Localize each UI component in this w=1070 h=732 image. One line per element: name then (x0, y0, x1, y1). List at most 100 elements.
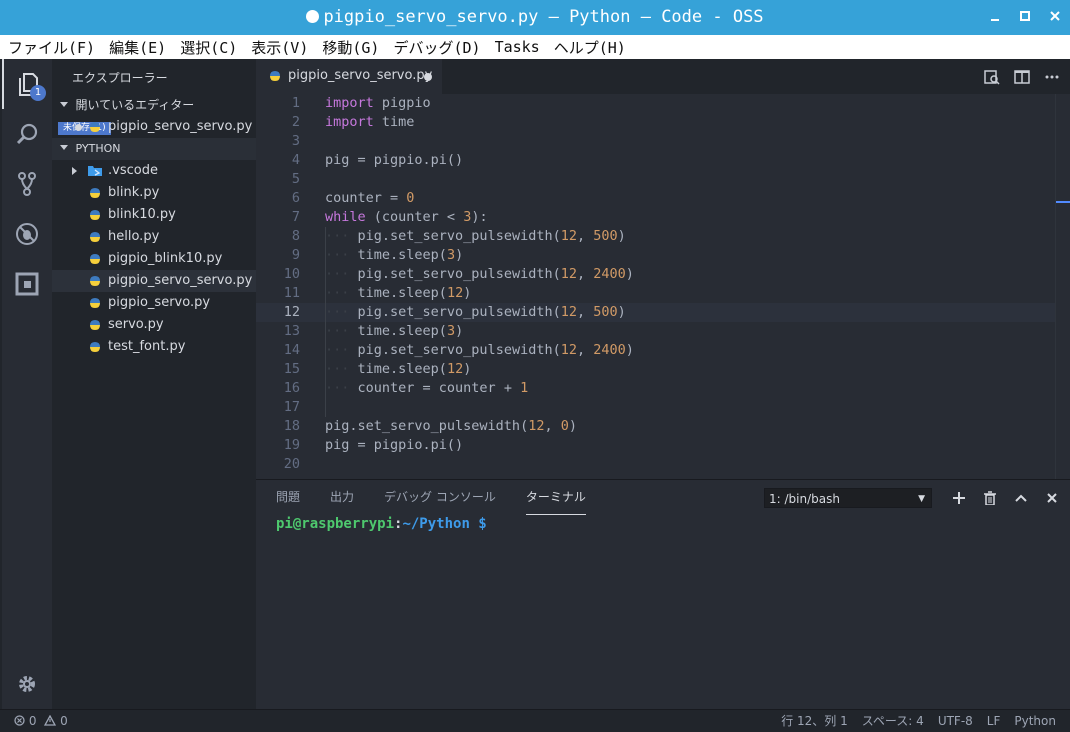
code-line: 8 ··· pig.set_servo_pulsewidth(12, 500) (291, 227, 626, 246)
file-item[interactable]: blink10.py (52, 204, 256, 226)
menu-debug[interactable]: デバッグ(D) (385, 37, 486, 58)
chevron-down-icon (60, 145, 68, 150)
menu-go[interactable]: 移動(G) (314, 37, 385, 58)
error-icon (14, 715, 25, 726)
language-mode[interactable]: Python (1014, 710, 1056, 732)
folder-item-vscode[interactable]: .vscode (52, 160, 256, 182)
code-area[interactable]: 1 import pigpio 2 import time 3 4 pig = pig… (256, 94, 1070, 479)
file-item[interactable]: servo.py (52, 314, 256, 336)
code-line: 19 pig = pigpio.pi() (283, 437, 464, 453)
terminal-select[interactable]: 1: /bin/bash ▼ (764, 488, 932, 508)
scrollbar-track[interactable] (1055, 94, 1056, 479)
panel-tab-terminal[interactable]: ターミナル (525, 481, 586, 515)
close-panel-button[interactable] (1043, 488, 1061, 508)
terminal-output[interactable]: pi@raspberrypi:~/Python $ (276, 516, 487, 532)
open-editor-label: pigpio_servo_servo.py (108, 119, 253, 134)
open-editor-item[interactable]: pigpio_servo_servo.py (52, 116, 256, 138)
explorer-badge: 1 (30, 85, 46, 101)
more-actions-icon[interactable] (1044, 69, 1060, 85)
open-changes-icon[interactable] (984, 69, 1000, 85)
extensions-button[interactable] (2, 259, 52, 309)
code-line: 6 counter = 0 (291, 190, 415, 206)
minimize-button[interactable] (988, 11, 1002, 25)
panel-tab-problems[interactable]: 問題 (276, 480, 300, 515)
menu-file[interactable]: ファイル(F) (0, 37, 101, 58)
sidebar-title: エクスプローラー (72, 71, 168, 85)
python-file-icon (90, 122, 100, 132)
code-line: 9 ··· time.sleep(3) (291, 246, 464, 265)
python-file-icon (90, 342, 100, 352)
editor-group: pigpio_servo_servo.py 1 import pigpio 2 im… (256, 59, 1070, 479)
file-item[interactable]: pigpio_blink10.py (52, 248, 256, 270)
code-line: 10 ··· pig.set_servo_pulsewidth(12, 2400) (283, 265, 634, 284)
code-line: 1 import pigpio (291, 95, 431, 111)
cursor-position[interactable]: 行 12、列 1 (781, 710, 848, 732)
extensions-icon (15, 272, 39, 296)
file-label: pigpio_servo_servo.py (108, 273, 253, 288)
python-file-icon (90, 298, 100, 308)
terminal-select-value: 1: /bin/bash (769, 492, 840, 506)
new-terminal-button[interactable] (950, 488, 968, 508)
unsaved-dot-icon[interactable] (424, 73, 432, 81)
plus-icon (953, 492, 965, 504)
code-line: 15 ··· time.sleep(12) (283, 360, 472, 379)
menu-help[interactable]: ヘルプ(H) (546, 37, 632, 58)
menu-edit[interactable]: 編集(E) (101, 37, 172, 58)
panel-tab-debug-console[interactable]: デバッグ コンソール (384, 480, 496, 515)
window-title: pigpio_servo_servo.py — Python — Code - … (0, 0, 1070, 35)
trash-icon (984, 491, 996, 505)
tab-bar: pigpio_servo_servo.py (256, 59, 1070, 94)
chevron-up-icon (1015, 494, 1027, 502)
split-editor-icon[interactable] (1014, 69, 1030, 85)
error-count: 0 (28, 714, 37, 728)
unsaved-dot-icon (75, 124, 82, 131)
warning-count: 0 (60, 714, 68, 728)
python-file-icon (90, 210, 100, 220)
folder-section-python[interactable]: PYTHON (52, 138, 256, 160)
close-button[interactable] (1048, 10, 1062, 25)
indentation[interactable]: スペース: 4 (862, 710, 924, 732)
file-label: pigpio_servo.py (108, 295, 211, 310)
tab-label: pigpio_servo_servo.py (288, 68, 433, 83)
python-file-icon (90, 276, 100, 286)
minimize-icon (991, 18, 999, 21)
settings-button[interactable] (2, 659, 52, 709)
open-editors-section[interactable]: 開いているエディター 未保存 (1) (52, 94, 256, 135)
file-item[interactable]: test_font.py (52, 336, 256, 358)
chevron-down-icon: ▼ (918, 494, 925, 504)
file-label: pigpio_blink10.py (108, 251, 223, 266)
menu-selection[interactable]: 選択(C) (172, 37, 243, 58)
kill-terminal-button[interactable] (981, 488, 999, 508)
maximize-button[interactable] (1018, 10, 1032, 25)
prompt-path: ~/Python $ (402, 516, 487, 532)
panel-tab-output[interactable]: 出力 (330, 480, 354, 515)
search-button[interactable] (2, 109, 52, 159)
problems-status[interactable]: 0 0 (14, 710, 68, 732)
file-label: blink.py (108, 185, 160, 200)
code-line: 13 ··· time.sleep(3) (283, 322, 464, 341)
code-line: 20 (283, 456, 300, 472)
explorer-button[interactable]: 1 (2, 59, 52, 109)
code-line: 17 (256, 398, 1056, 417)
python-file-icon (90, 232, 100, 242)
debug-button[interactable] (2, 209, 52, 259)
menu-tasks[interactable]: Tasks (487, 38, 546, 56)
close-icon (1050, 10, 1060, 21)
maximize-panel-button[interactable] (1012, 488, 1030, 508)
status-bar: 0 0 行 12、列 1 スペース: 4 UTF-8 LF Python (0, 709, 1070, 732)
file-item[interactable]: blink.py (52, 182, 256, 204)
code-line: 4 pig = pigpio.pi() (291, 152, 464, 168)
source-control-button[interactable] (2, 159, 52, 209)
folder-label: PYTHON (75, 142, 121, 155)
file-label: blink10.py (108, 207, 176, 222)
python-file-icon (90, 188, 100, 198)
encoding[interactable]: UTF-8 (938, 710, 973, 732)
python-file-icon (270, 71, 280, 81)
warning-icon (44, 714, 57, 726)
file-item[interactable]: pigpio_servo.py (52, 292, 256, 314)
file-item-selected[interactable]: pigpio_servo_servo.py (52, 270, 256, 292)
menu-view[interactable]: 表示(V) (243, 37, 314, 58)
file-item[interactable]: hello.py (52, 226, 256, 248)
end-of-line[interactable]: LF (987, 710, 1001, 732)
tab-pigpio-servo-servo[interactable]: pigpio_servo_servo.py (256, 59, 442, 94)
